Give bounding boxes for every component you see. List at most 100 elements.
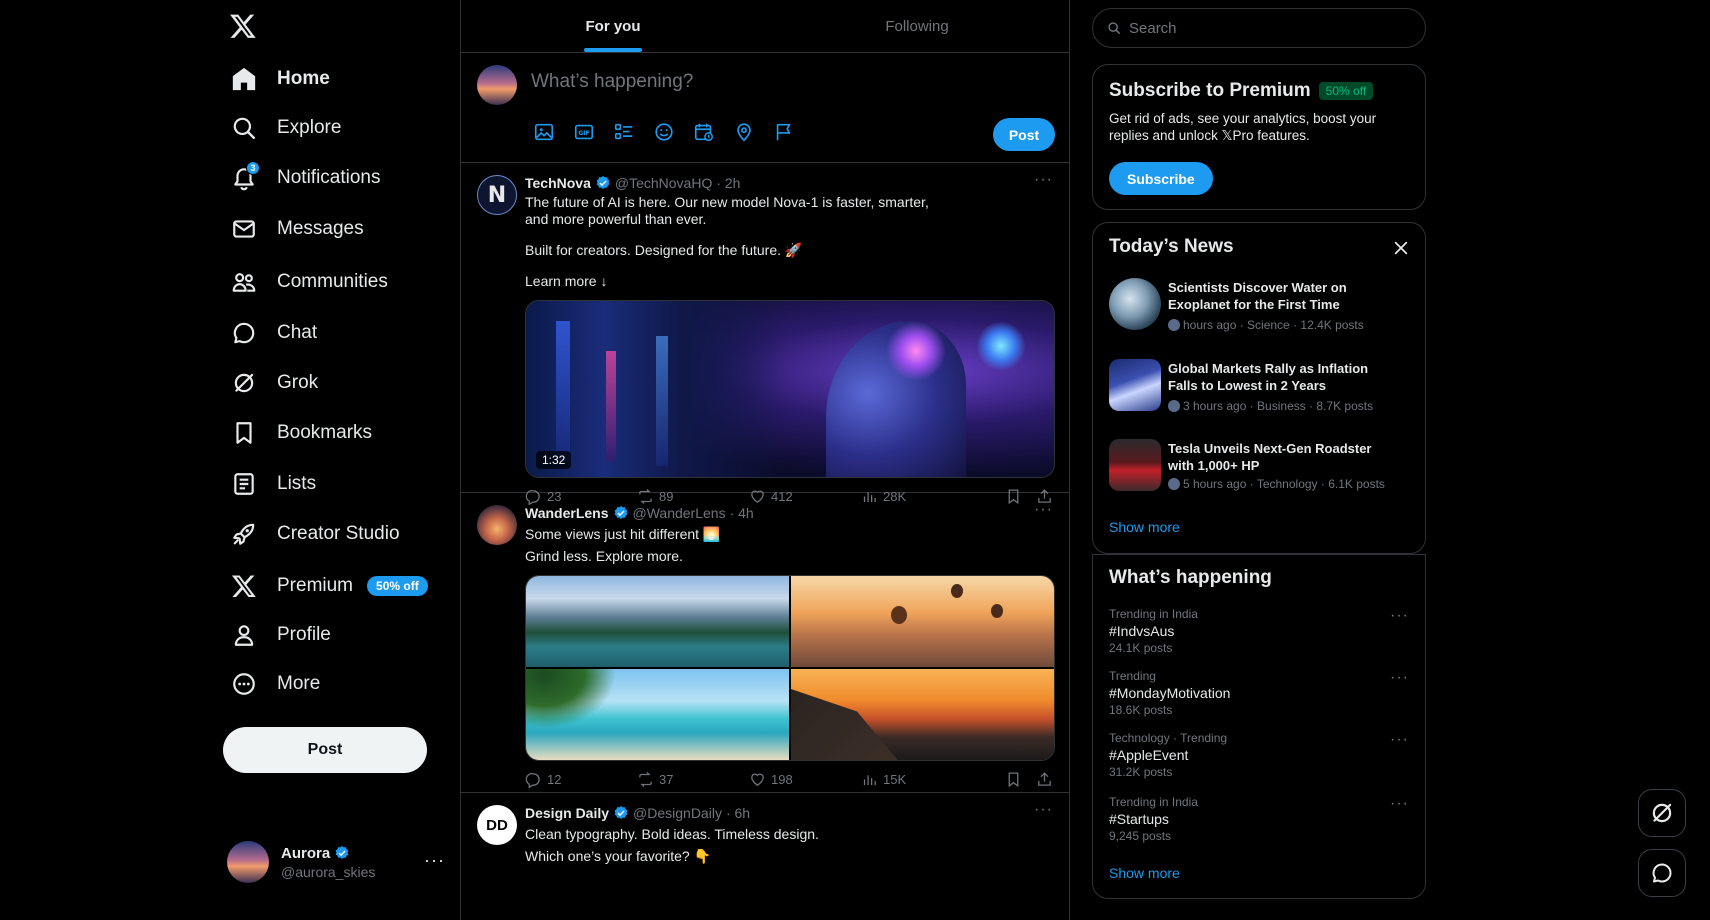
discount-badge: 50% off <box>367 576 428 596</box>
tweet-text: The future of AI is here. Our new model … <box>525 194 929 227</box>
tweet[interactable]: WanderLens @WanderLens · 4h ··· Some vie… <box>461 493 1069 793</box>
tweet-text: Grind less. Explore more. <box>525 548 683 564</box>
subscribe-button[interactable]: Subscribe <box>1109 162 1213 195</box>
poll-icon[interactable] <box>613 121 635 143</box>
photo-mountain-lake[interactable] <box>526 576 789 667</box>
photo-sunset-coast[interactable] <box>791 669 1054 760</box>
emoji-icon[interactable] <box>653 121 675 143</box>
photo-beach[interactable] <box>526 669 789 760</box>
news-item[interactable]: Global Markets Rally as Inflation Falls … <box>1109 359 1409 419</box>
more-dots-icon[interactable]: ··· <box>1034 801 1053 819</box>
more-dots-icon[interactable]: ··· <box>424 850 445 871</box>
x-logo-icon[interactable] <box>229 12 257 40</box>
more-dots-icon[interactable]: ··· <box>1390 669 1409 687</box>
avatar <box>477 505 517 545</box>
chat-icon <box>231 320 257 346</box>
author-name[interactable]: Design Daily <box>525 805 609 821</box>
tweet-actions: 12 37 198 15K <box>525 761 1053 797</box>
tab-for-you[interactable]: For you <box>461 0 765 52</box>
grok-float-button[interactable] <box>1638 789 1686 837</box>
nav-creator-studio[interactable]: Creator Studio <box>215 512 400 556</box>
tab-label: For you <box>585 17 641 35</box>
compose-toolbar: GIF <box>533 121 795 143</box>
compose-input[interactable] <box>531 67 931 97</box>
search-input[interactable] <box>1129 19 1399 37</box>
author-handle[interactable]: @WanderLens <box>633 505 726 521</box>
news-item[interactable]: Tesla Unveils Next-Gen Roadster with 1,0… <box>1109 439 1409 499</box>
tweet-video[interactable]: 1:32 <box>525 300 1055 478</box>
messages-float-button[interactable] <box>1638 849 1686 897</box>
flag-icon[interactable] <box>773 121 795 143</box>
tweet[interactable]: DD Design Daily @DesignDaily · 6h ··· Cl… <box>461 793 1069 903</box>
nav-communities[interactable]: Communities <box>215 260 388 304</box>
nav-messages[interactable]: Messages <box>215 207 364 251</box>
premium-card: Subscribe to Premium 50% off Get rid of … <box>1092 64 1426 210</box>
close-icon[interactable] <box>1393 240 1409 256</box>
news-title: Today’s News <box>1109 236 1234 257</box>
bookmark-icon[interactable] <box>1005 771 1022 788</box>
trend-item[interactable]: Technology · Trending #AppleEvent 31.2K … <box>1109 731 1409 779</box>
grok-icon <box>231 370 257 396</box>
trend-item[interactable]: Trending in India #Startups 9,245 posts … <box>1109 795 1409 843</box>
nav-profile[interactable]: Profile <box>215 613 331 657</box>
image-icon[interactable] <box>533 121 555 143</box>
more-dots-icon[interactable]: ··· <box>1390 731 1409 749</box>
nav-grok[interactable]: Grok <box>215 361 318 405</box>
trend-item[interactable]: Trending #MondayMotivation 18.6K posts ·… <box>1109 669 1409 717</box>
news-headline: Global Markets Rally as Inflation Falls … <box>1168 361 1369 393</box>
like-count: 198 <box>771 771 793 787</box>
news-meta: hours ago · Science · 12.4K posts <box>1183 318 1364 332</box>
tab-label: Following <box>885 17 949 35</box>
reply-button[interactable]: 12 <box>525 771 637 788</box>
more-dots-icon[interactable]: ··· <box>1390 795 1409 813</box>
more-dots-icon[interactable]: ··· <box>1390 607 1409 625</box>
nav-more[interactable]: More <box>215 662 320 706</box>
author-name[interactable]: WanderLens <box>525 505 609 521</box>
tweet-header: WanderLens @WanderLens · 4h ··· <box>525 501 1053 523</box>
post-button[interactable]: Post <box>223 727 427 773</box>
nav-notifications[interactable]: 3 Notifications <box>215 156 381 200</box>
tweet-text: Built for creators. Designed for the fut… <box>525 242 803 258</box>
nav-chat[interactable]: Chat <box>215 311 317 355</box>
reply-count: 12 <box>547 771 562 787</box>
discount-badge: 50% off <box>1318 82 1374 100</box>
trend-item[interactable]: Trending in India #IndvsAus 24.1K posts … <box>1109 607 1409 655</box>
nav-home[interactable]: Home <box>215 57 330 101</box>
news-item[interactable]: Scientists Discover Water on Exoplanet f… <box>1109 278 1409 338</box>
account-name: Aurora <box>281 844 331 862</box>
nav-bookmarks[interactable]: Bookmarks <box>215 411 372 455</box>
author-handle[interactable]: @DesignDaily <box>633 805 722 821</box>
avatar <box>477 65 517 105</box>
nav-explore[interactable]: Explore <box>215 106 341 150</box>
more-dots-icon[interactable]: ··· <box>1034 501 1053 519</box>
like-button[interactable]: 198 <box>749 771 861 788</box>
nav-lists[interactable]: Lists <box>215 462 316 506</box>
photo-balloons[interactable] <box>791 576 1054 667</box>
author-name[interactable]: TechNova <box>525 175 591 191</box>
timeline-tabs: For you Following <box>461 0 1069 53</box>
nav-label: More <box>277 673 321 694</box>
search-box[interactable] <box>1092 8 1426 48</box>
left-navigation: Home Explore 3 Notifications Messages Co… <box>215 0 460 920</box>
repost-button[interactable]: 37 <box>637 771 749 788</box>
news-headline: Tesla Unveils Next-Gen Roadster with 1,0… <box>1168 441 1372 473</box>
show-more-link[interactable]: Show more <box>1109 519 1180 535</box>
bookmark-icon <box>231 420 257 446</box>
nav-premium[interactable]: Premium 50% off <box>215 564 428 608</box>
show-more-link[interactable]: Show more <box>1109 865 1180 881</box>
compose-post-button[interactable]: Post <box>993 118 1055 151</box>
views-button[interactable]: 15K <box>861 771 973 788</box>
author-handle[interactable]: @TechNovaHQ <box>615 175 712 191</box>
share-icon[interactable] <box>1036 771 1053 788</box>
gif-icon[interactable]: GIF <box>573 121 595 143</box>
more-dots-icon[interactable]: ··· <box>1034 171 1053 189</box>
tab-following[interactable]: Following <box>765 0 1069 52</box>
tweet[interactable]: N TechNova @TechNovaHQ · 2h ··· The futu… <box>461 163 1069 505</box>
news-thumbnail <box>1109 359 1161 411</box>
learn-more-link[interactable]: Learn more ↓ <box>525 273 1053 290</box>
schedule-icon[interactable] <box>693 121 715 143</box>
tweet-header: TechNova @TechNovaHQ · 2h ··· <box>525 171 1053 193</box>
account-switcher[interactable]: Aurora @aurora_skies ··· <box>227 840 445 884</box>
location-icon[interactable] <box>733 121 755 143</box>
avatar-initials: DD <box>486 816 508 834</box>
